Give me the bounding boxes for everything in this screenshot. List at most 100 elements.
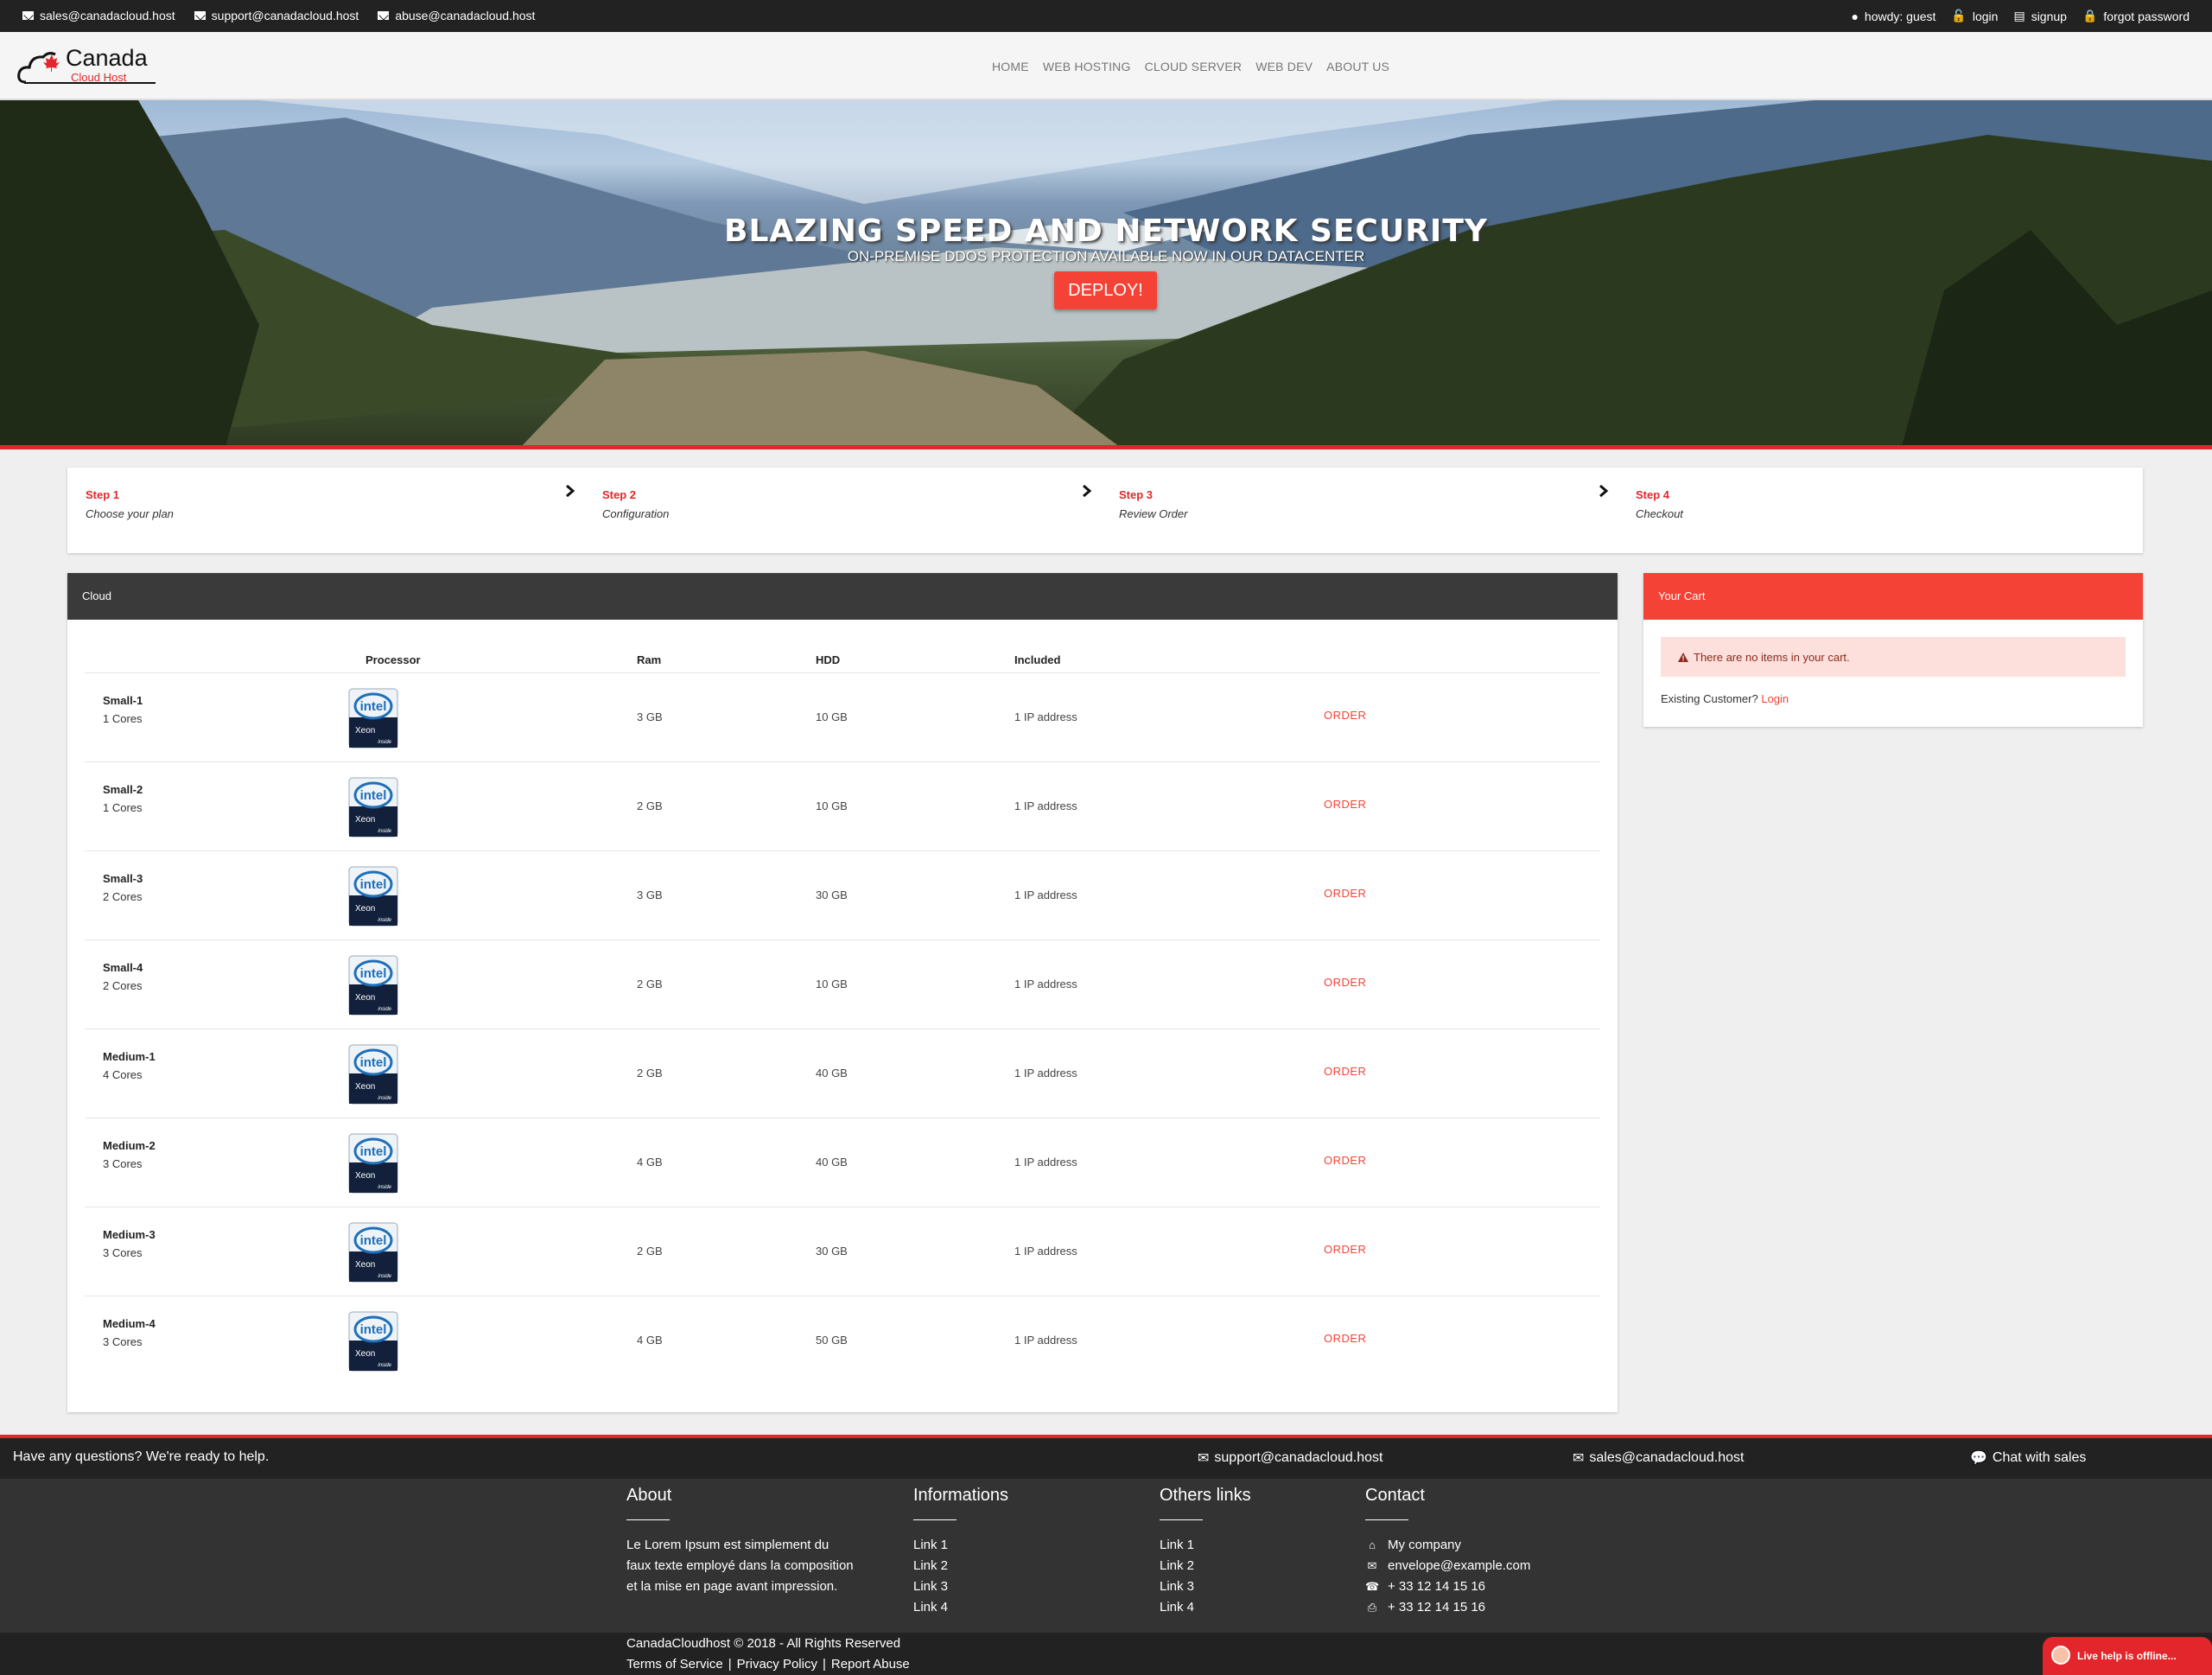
- footer-support-email[interactable]: ✉ support@canadacloud.host: [1198, 1449, 1382, 1467]
- order-button[interactable]: ORDER: [1324, 1332, 1366, 1345]
- cart-login-link[interactable]: Login: [1761, 692, 1789, 705]
- hero-subtitle: ON-PREMISE DDOS PROTECTION AVAILABLE NOW…: [847, 248, 1365, 264]
- live-help-widget[interactable]: Live help is offline...: [2043, 1637, 2212, 1675]
- intel-xeon-badge-icon: intel Xeon inside: [348, 866, 398, 927]
- step-4: Step 4 Checkout: [1636, 488, 2120, 520]
- cloud-plans-panel: Cloud Processor Ram HDD Included Small-1…: [67, 573, 1618, 1412]
- footer-informations: Informations Link 1 Link 2 Link 3 Link 4: [913, 1486, 1008, 1618]
- cpu-tag: inside: [378, 1007, 391, 1012]
- order-button[interactable]: ORDER: [1324, 887, 1366, 900]
- support-email-link[interactable]: support@canadacloud.host: [194, 9, 359, 22]
- nav-web-dev[interactable]: WEB DEV: [1255, 60, 1313, 73]
- plan-included: 1 IP address: [1014, 888, 1077, 901]
- divider: [1160, 1519, 1203, 1520]
- contact-company: ⌂ My company: [1365, 1535, 1530, 1556]
- support-email-text: support@canadacloud.host: [211, 9, 359, 22]
- contact-phone: ☎ + 33 12 14 15 16: [1365, 1576, 1530, 1597]
- cpu-brand: intel: [360, 788, 387, 803]
- other-link-4[interactable]: Link 4: [1160, 1597, 1251, 1618]
- signup-link[interactable]: ▤ signup: [2013, 9, 2067, 23]
- plan-hdd: 30 GB: [816, 888, 848, 901]
- cpu-model: Xeon: [355, 904, 375, 914]
- info-link-1[interactable]: Link 1: [913, 1535, 1008, 1556]
- nav-home[interactable]: HOME: [992, 60, 1029, 73]
- info-link-4[interactable]: Link 4: [913, 1597, 1008, 1618]
- plan-ram: 2 GB: [637, 799, 663, 812]
- existing-customer-text: Existing Customer?: [1661, 692, 1758, 705]
- phone-icon: ☎: [1365, 1580, 1380, 1593]
- divider: [626, 1519, 670, 1520]
- order-button[interactable]: ORDER: [1324, 1243, 1366, 1256]
- nav-cloud-server[interactable]: CLOUD SERVER: [1145, 60, 1243, 73]
- step-3: Step 3 Review Order: [1119, 488, 1603, 520]
- plan-ram: 3 GB: [637, 888, 663, 901]
- plan-hdd: 50 GB: [816, 1334, 848, 1347]
- hero-title: BLAZING SPEED AND NETWORK SECURITY: [724, 213, 1488, 249]
- forgot-password-link[interactable]: 🔒 forgot password: [2082, 9, 2190, 23]
- plan-cores: 3 Cores: [103, 1246, 143, 1259]
- footer-sales-email[interactable]: ✉ sales@canadacloud.host: [1573, 1449, 1744, 1467]
- deploy-button[interactable]: DEPLOY!: [1054, 271, 1157, 309]
- sales-email-link[interactable]: sales@canadacloud.host: [22, 9, 175, 22]
- column-ram: Ram: [637, 653, 662, 666]
- terms-link[interactable]: Terms of Service: [626, 1657, 723, 1672]
- envelope-icon: ✉: [1367, 1559, 1377, 1572]
- privacy-link[interactable]: Privacy Policy: [737, 1657, 817, 1672]
- cpu-tag: inside: [378, 1363, 391, 1368]
- cpu-tag: inside: [378, 740, 391, 745]
- plan-hdd: 40 GB: [816, 1067, 848, 1080]
- plan-included: 1 IP address: [1014, 1156, 1077, 1169]
- cpu-model: Xeon: [355, 815, 375, 825]
- table-row: Small-2 1 Cores intel Xeon inside 2 GB 1…: [85, 761, 1600, 850]
- column-processor: Processor: [365, 653, 421, 666]
- order-button[interactable]: ORDER: [1324, 1065, 1366, 1078]
- plan-included: 1 IP address: [1014, 1245, 1077, 1258]
- plan-cores: 4 Cores: [103, 1068, 143, 1081]
- info-link-3[interactable]: Link 3: [913, 1576, 1008, 1597]
- separator: |: [822, 1657, 826, 1672]
- empty-cart-alert: There are no items in your cart.: [1661, 637, 2126, 677]
- divider: [913, 1519, 957, 1520]
- plan-name: Medium-2: [103, 1139, 156, 1152]
- plan-name: Small-2: [103, 783, 143, 796]
- plan-hdd: 40 GB: [816, 1156, 848, 1169]
- howdy-guest: ● howdy: guest: [1851, 9, 1936, 23]
- warning-icon: [1678, 652, 1688, 662]
- cpu-brand: intel: [360, 1233, 387, 1248]
- login-link[interactable]: 🔓 login: [1951, 9, 1998, 23]
- order-button[interactable]: ORDER: [1324, 976, 1366, 989]
- order-button[interactable]: ORDER: [1324, 1154, 1366, 1167]
- order-button[interactable]: ORDER: [1324, 798, 1366, 811]
- plan-cores: 3 Cores: [103, 1335, 143, 1348]
- footer-main: About Le Lorem Ipsum est simplement du f…: [0, 1479, 2212, 1633]
- plan-ram: 4 GB: [637, 1334, 663, 1347]
- contact-fax: ⎙ + 33 12 14 15 16: [1365, 1597, 1530, 1618]
- table-row: Small-4 2 Cores intel Xeon inside 2 GB 1…: [85, 939, 1600, 1029]
- cpu-tag: inside: [378, 1096, 391, 1101]
- divider: [1365, 1519, 1408, 1520]
- envelope-icon: [22, 11, 34, 20]
- empty-cart-text: There are no items in your cart.: [1694, 650, 1850, 664]
- hero-banner: BLAZING SPEED AND NETWORK SECURITY ON-PR…: [0, 100, 2212, 449]
- nav-web-hosting[interactable]: WEB HOSTING: [1043, 60, 1131, 73]
- order-button[interactable]: ORDER: [1324, 709, 1366, 722]
- cpu-model: Xeon: [355, 1171, 375, 1181]
- plan-ram: 4 GB: [637, 1156, 663, 1169]
- site-logo[interactable]: Canada Cloud Host: [17, 44, 156, 87]
- plan-ram: 2 GB: [637, 978, 663, 990]
- cpu-model: Xeon: [355, 993, 375, 1003]
- plan-included: 1 IP address: [1014, 978, 1077, 990]
- step-title: Step 2: [602, 488, 637, 501]
- others-title: Others links: [1160, 1486, 1251, 1505]
- logo-text: Canada: [66, 45, 148, 71]
- other-link-2[interactable]: Link 2: [1160, 1556, 1251, 1576]
- login-text: login: [1972, 9, 1999, 23]
- report-abuse-link[interactable]: Report Abuse: [831, 1657, 910, 1672]
- envelope-icon: [378, 11, 390, 20]
- info-link-2[interactable]: Link 2: [913, 1556, 1008, 1576]
- nav-about-us[interactable]: ABOUT US: [1326, 60, 1389, 73]
- chat-with-sales-link[interactable]: 💬 Chat with sales: [1970, 1449, 2086, 1467]
- abuse-email-link[interactable]: abuse@canadacloud.host: [378, 9, 535, 22]
- other-link-3[interactable]: Link 3: [1160, 1576, 1251, 1597]
- other-link-1[interactable]: Link 1: [1160, 1535, 1251, 1556]
